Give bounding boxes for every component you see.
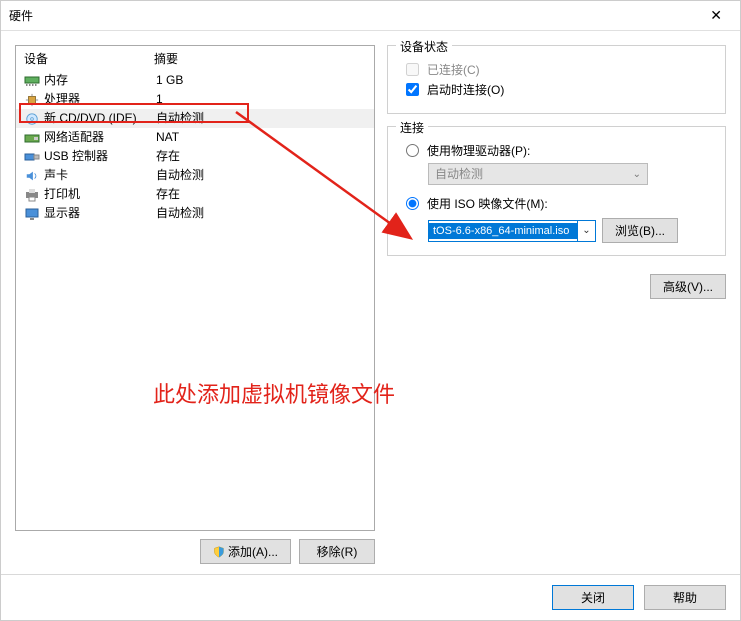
iso-file-combo[interactable]: tOS-6.6-x86_64-minimal.iso ⌄ [428,220,596,242]
device-summary: 1 GB [156,73,366,88]
physical-drive-combo: 自动检测 ⌄ [428,163,648,185]
chevron-down-icon: ⌄ [633,167,641,183]
device-name: 显示器 [44,206,156,221]
device-summary: NAT [156,130,366,145]
iso-file-controls: tOS-6.6-x86_64-minimal.iso ⌄ 浏览(B)... [428,218,715,243]
add-button-label: 添加(A)... [228,543,278,560]
memory-icon [24,74,40,88]
connected-label: 已连接(C) [427,61,480,78]
device-row[interactable]: USB 控制器存在 [16,147,374,166]
device-row[interactable]: 内存1 GB [16,71,374,90]
annotation-text: 此处添加虚拟机镜像文件 [153,377,395,409]
col-device: 设备 [24,50,154,67]
col-summary: 摘要 [154,50,178,67]
device-row[interactable]: 网络适配器NAT [16,128,374,147]
physical-drive-combo-value: 自动检测 [435,167,483,181]
device-name: 内存 [44,73,156,88]
device-list-header: 设备 摘要 [16,46,374,71]
device-name: 声卡 [44,168,156,183]
device-name: 网络适配器 [44,130,156,145]
hardware-dialog: 硬件 ✕ 设备 摘要 内存1 GB处理器1新 CD/DVD (IDE)自动检测网… [0,0,741,621]
device-buttons: 添加(A)... 移除(R) [15,539,375,564]
shield-icon [213,546,225,558]
help-button[interactable]: 帮助 [644,585,726,610]
display-icon [24,207,40,221]
device-name: 打印机 [44,187,156,202]
audio-icon [24,169,40,183]
iso-file-value: tOS-6.6-x86_64-minimal.iso [429,223,577,239]
connect-at-poweron-row[interactable]: 启动时连接(O) [406,81,715,98]
device-status-group: 设备状态 已连接(C) 启动时连接(O) [387,45,726,114]
group-legend-connection: 连接 [396,119,428,136]
advanced-row: 高级(V)... [387,274,726,299]
connect-at-poweron-label: 启动时连接(O) [427,81,504,98]
device-list: 设备 摘要 内存1 GB处理器1新 CD/DVD (IDE)自动检测网络适配器N… [15,45,375,531]
add-button[interactable]: 添加(A)... [200,539,291,564]
physical-drive-radio[interactable] [406,144,419,157]
connected-checkbox [406,63,419,76]
window-title: 硬件 [9,7,33,24]
dialog-footer: 关闭 帮助 [1,574,740,620]
device-row[interactable]: 打印机存在 [16,185,374,204]
nic-icon [24,131,40,145]
connect-at-poweron-checkbox[interactable] [406,83,419,96]
settings-panel: 设备状态 已连接(C) 启动时连接(O) 连接 使用物理驱动器(P): [387,45,726,564]
usb-icon [24,150,40,164]
device-panel: 设备 摘要 内存1 GB处理器1新 CD/DVD (IDE)自动检测网络适配器N… [15,45,375,564]
browse-button[interactable]: 浏览(B)... [602,218,678,243]
device-summary: 存在 [156,187,366,202]
chevron-down-icon[interactable]: ⌄ [577,221,595,241]
device-summary: 自动检测 [156,168,366,183]
remove-button[interactable]: 移除(R) [299,539,375,564]
device-summary: 自动检测 [156,206,366,221]
device-row[interactable]: 声卡自动检测 [16,166,374,185]
iso-file-row[interactable]: 使用 ISO 映像文件(M): [406,195,715,212]
printer-icon [24,188,40,202]
close-icon[interactable]: ✕ [700,3,732,28]
physical-drive-label: 使用物理驱动器(P): [427,142,530,159]
device-row[interactable]: 显示器自动检测 [16,204,374,223]
iso-file-radio[interactable] [406,197,419,210]
advanced-button[interactable]: 高级(V)... [650,274,726,299]
connection-group: 连接 使用物理驱动器(P): 自动检测 ⌄ 使用 ISO 映像文件(M): [387,126,726,256]
connected-checkbox-row[interactable]: 已连接(C) [406,61,715,78]
close-button[interactable]: 关闭 [552,585,634,610]
device-name: USB 控制器 [44,149,156,164]
device-summary: 存在 [156,149,366,164]
group-legend-status: 设备状态 [396,38,452,55]
iso-file-label: 使用 ISO 映像文件(M): [427,195,548,212]
physical-drive-combo-wrap: 自动检测 ⌄ [428,163,715,185]
title-bar: 硬件 ✕ [1,1,740,31]
annotation-box [19,103,249,123]
physical-drive-row[interactable]: 使用物理驱动器(P): [406,142,715,159]
